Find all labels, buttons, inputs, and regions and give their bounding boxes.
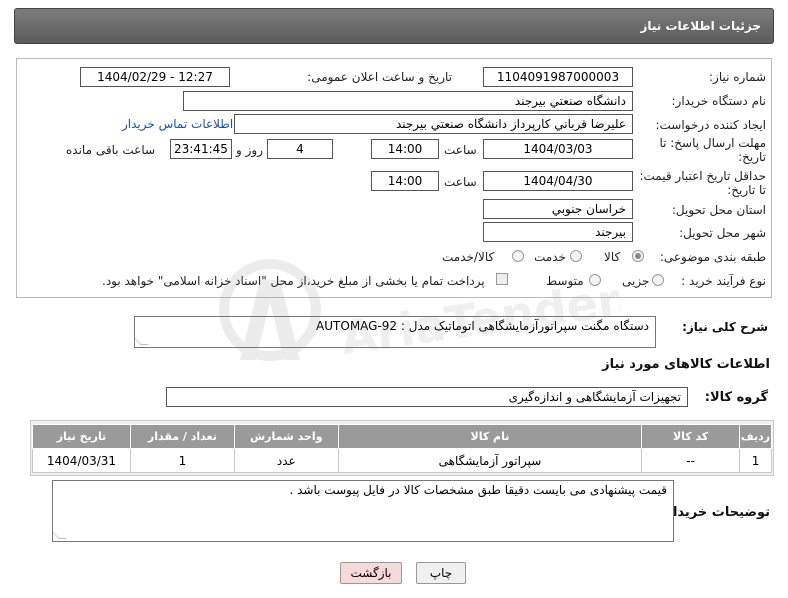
back-button[interactable]: بازگشت <box>340 562 402 584</box>
process-radio-medium[interactable] <box>589 274 601 286</box>
cell-code: -- <box>641 448 741 473</box>
days-remaining-field: 4 <box>267 139 333 159</box>
need-number-field: 1104091987000003 <box>483 67 633 87</box>
description-text: دستگاه مگنت سپراتورآزمایشگاهی اتوماتیک م… <box>316 319 649 333</box>
description-textarea[interactable]: دستگاه مگنت سپراتورآزمایشگاهی اتوماتیک م… <box>134 316 656 348</box>
description-label: شرح کلی نیاز: <box>682 320 768 334</box>
resize-grip-icon[interactable] <box>53 531 67 539</box>
buyer-org-field: دانشگاه صنعتي بيرجند <box>183 91 633 111</box>
items-table: ردیف کد کالا نام کالا واحد شمارش تعداد /… <box>32 424 772 473</box>
need-number-label: شماره نیاز: <box>709 70 766 84</box>
buyer-contact-link[interactable]: اطلاعات تماس خریدار <box>122 117 233 131</box>
treasury-checkbox[interactable] <box>496 273 508 285</box>
announce-label: تاریخ و ساعت اعلان عمومی: <box>307 70 452 84</box>
requester-field: عليرضا قرباني كارپرداز دانشگاه صنعتي بير… <box>234 114 633 134</box>
buyer-org-label: نام دستگاه خریدار: <box>671 94 767 108</box>
treasury-note: پرداخت تمام یا بخشی از مبلغ خرید،از محل … <box>102 274 485 288</box>
col-header-date: تاریخ نیاز <box>32 424 131 449</box>
validity-time-label: ساعت <box>444 175 477 189</box>
validity-time-field: 14:00 <box>371 171 439 191</box>
col-header-code: کد کالا <box>641 424 741 449</box>
buyer-notes-textarea[interactable]: قیمت پیشنهادی می بایست دقیقا طبق مشخصات … <box>52 480 674 542</box>
cell-qty: 1 <box>129 448 235 473</box>
page-title: جزئیات اطلاعات نیاز <box>640 19 761 33</box>
resize-grip-icon[interactable] <box>135 337 149 345</box>
category-option-service: خدمت <box>534 250 566 264</box>
province-label: استان محل تحویل: <box>671 203 766 217</box>
category-radio-service[interactable] <box>570 250 582 262</box>
col-header-row: ردیف <box>739 424 772 449</box>
validity-date-field: 1404/04/30 <box>483 171 633 191</box>
buyer-notes-text: قیمت پیشنهادی می بایست دقیقا طبق مشخصات … <box>289 483 668 497</box>
deadline-label-date: تاریخ: <box>738 150 766 164</box>
col-header-unit: واحد شمارش <box>233 424 339 449</box>
remaining-time-field: 23:41:45 <box>170 139 232 159</box>
cell-date: 1404/03/31 <box>32 448 131 473</box>
process-option-minor: جزیی <box>622 274 650 288</box>
category-option-both: کالا/خدمت <box>442 250 495 264</box>
category-label: طبقه بندی موضوعی: <box>659 250 766 264</box>
goods-group-label: گروه کالا: <box>704 390 768 405</box>
category-radio-both[interactable] <box>512 250 524 262</box>
deadline-date-field: 1404/03/03 <box>483 139 633 159</box>
deadline-time-label: ساعت <box>444 143 477 157</box>
city-field: بيرجند <box>483 222 633 242</box>
cell-row: 1 <box>739 448 772 473</box>
cell-unit: عدد <box>233 448 339 473</box>
validity-label: حداقل تاریخ اعتبار قیمت: <box>639 169 766 183</box>
category-option-goods: کالا <box>604 250 621 264</box>
print-button[interactable]: چاپ <box>416 562 466 584</box>
table-row: 1 -- سپراتور آزمایشگاهی عدد 1 1404/03/31 <box>32 448 772 473</box>
province-field: خراسان جنوبي <box>483 199 633 219</box>
validity-label-date: تا تاریخ: <box>727 183 766 197</box>
buyer-notes-label: توضیحات خریدار: <box>660 505 770 520</box>
page-header: جزئیات اطلاعات نیاز <box>14 8 774 44</box>
goods-section-title: اطلاعات کالاهای مورد نیاز <box>602 357 770 372</box>
col-header-name: نام کالا <box>337 424 643 449</box>
process-option-medium: متوسط <box>546 274 584 288</box>
announce-datetime-field: 1404/02/29 - 12:27 <box>80 67 230 87</box>
days-label: روز و <box>236 143 263 157</box>
deadline-label: مهلت ارسال پاسخ: تا <box>659 136 766 150</box>
category-radio-goods[interactable] <box>632 250 644 262</box>
requester-label: ایجاد کننده درخواست: <box>655 118 766 132</box>
city-label: شهر محل تحویل: <box>679 226 766 240</box>
col-header-qty: تعداد / مقدار <box>129 424 235 449</box>
process-radio-minor[interactable] <box>652 274 664 286</box>
deadline-time-field: 14:00 <box>371 139 439 159</box>
cell-name: سپراتور آزمایشگاهی <box>337 448 643 473</box>
goods-group-field: تجهیزات آزمایشگاهی و اندازه‌گیری <box>166 387 688 407</box>
process-label: نوع فرآیند خرید : <box>681 274 766 288</box>
remaining-label: ساعت باقی مانده <box>66 143 156 157</box>
